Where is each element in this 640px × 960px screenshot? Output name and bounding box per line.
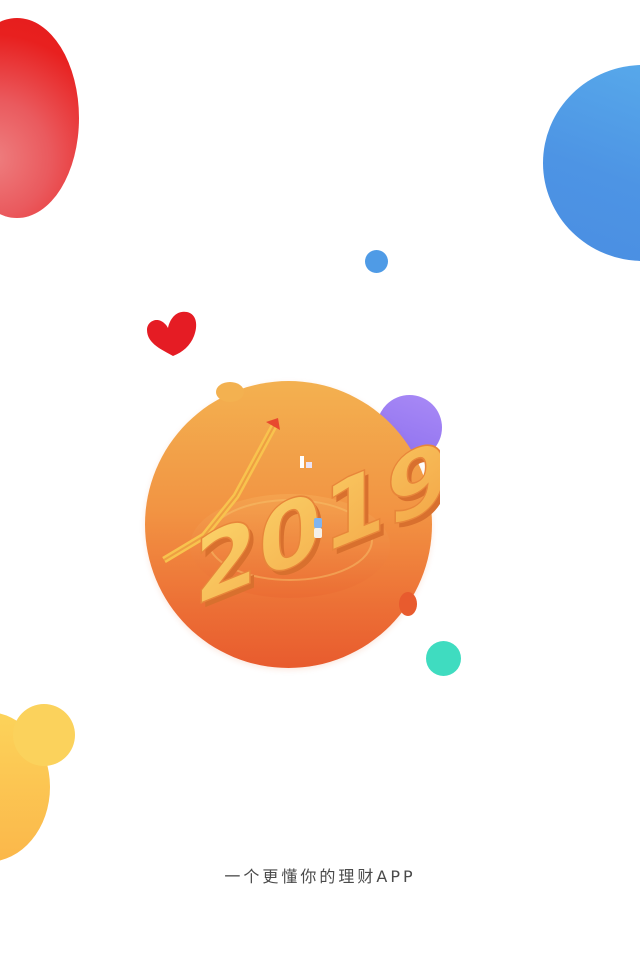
year-emblem: 2019 2019	[140, 378, 440, 673]
emblem-illustration: 2019 2019	[162, 382, 440, 632]
app-tagline: 一个更懂你的理财APP	[224, 867, 416, 886]
red-decor-circle	[0, 18, 79, 218]
splash-screen: 2019 2019 一个更懂你的理财APP	[0, 0, 640, 960]
yellow-small-circle	[13, 704, 75, 766]
heart-icon	[147, 311, 197, 356]
blue-decor-circle	[543, 65, 640, 261]
teal-decor-dot	[426, 641, 461, 676]
small-blue-dot	[365, 250, 388, 273]
